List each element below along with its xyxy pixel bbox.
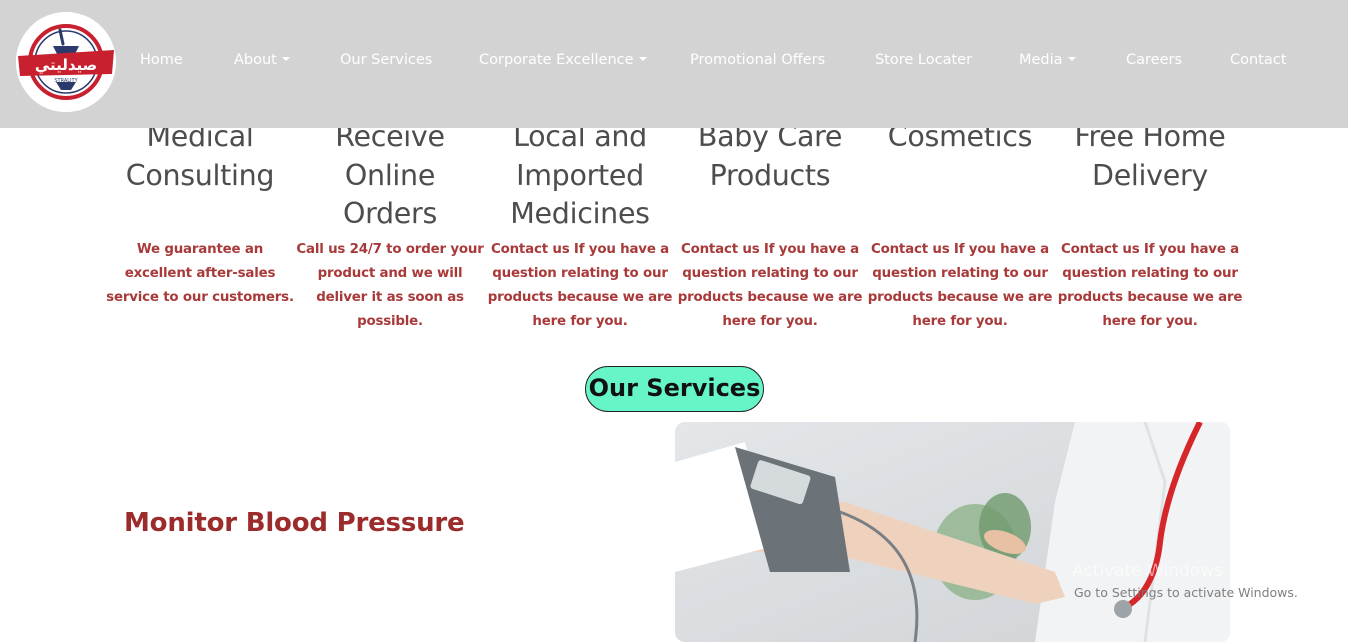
- feature-title: Local and Imported Medicines: [510, 120, 650, 230]
- feature-description: Call us 24/7 to order your product and w…: [296, 242, 484, 329]
- nav-item-store-locater[interactable]: Store Locater: [875, 52, 972, 74]
- nav-item-home[interactable]: Home: [140, 52, 183, 74]
- nav-item-label: Our Services: [340, 52, 433, 68]
- nav-item-careers[interactable]: Careers: [1126, 52, 1182, 74]
- windows-activation-watermark: Activate Windows Go to Settings to activ…: [1072, 561, 1298, 600]
- navbar: صيدليتي STRALITY Home About Our Services…: [0, 0, 1348, 128]
- nav-item-label: Home: [140, 52, 183, 68]
- nav-item-our-services[interactable]: Our Services: [340, 52, 432, 74]
- feature-description: We guarantee an excellent after-sales se…: [106, 242, 294, 305]
- caret-down-icon: [1067, 57, 1076, 61]
- feature-title: Baby Care Products: [697, 120, 843, 192]
- feature-description: Contact us If you have a question relati…: [677, 242, 863, 329]
- nav-item-label: Contact: [1230, 52, 1287, 68]
- nav-item-contact[interactable]: Contact: [1230, 52, 1286, 74]
- feature-free-home-delivery: Free Home Delivery Contact us If you hav…: [1058, 118, 1243, 329]
- caret-down-icon: [281, 57, 290, 61]
- services-heading: Our Services: [585, 366, 764, 412]
- feature-description: Contact us If you have a question relati…: [867, 242, 1053, 329]
- feature-medical-consulting: Medical Consulting We guarantee an excel…: [106, 118, 294, 305]
- watermark-title: Activate Windows: [1072, 561, 1223, 581]
- blood-pressure-illustration: [675, 422, 1230, 642]
- feature-baby-care-products: Baby Care Products Contact us If you hav…: [678, 118, 863, 329]
- nav-item-label: About: [234, 52, 277, 68]
- nav-item-label: Corporate Excellence: [479, 52, 634, 68]
- feature-title: Receive Online Orders: [335, 120, 445, 230]
- blood-pressure-photo: [675, 422, 1230, 642]
- watermark-subtitle: Go to Settings to activate Windows.: [1074, 585, 1298, 600]
- nav-item-label: Media: [1019, 52, 1063, 68]
- nav-item-promotional-offers[interactable]: Promotional Offers: [690, 52, 825, 74]
- feature-title: Free Home Delivery: [1074, 120, 1226, 192]
- feature-description: Contact us If you have a question relati…: [487, 242, 673, 329]
- nav-item-label: Careers: [1126, 52, 1183, 68]
- nav-item-corporate-excellence[interactable]: Corporate Excellence: [479, 52, 647, 74]
- feature-receive-online-orders: Receive Online Orders Call us 24/7 to or…: [296, 118, 483, 329]
- caret-down-icon: [638, 57, 647, 61]
- nav-item-media[interactable]: Media: [1019, 52, 1076, 74]
- nav-item-label: Promotional Offers: [690, 52, 826, 68]
- nav-item-about[interactable]: About: [234, 52, 290, 74]
- service-title: Monitor Blood Pressure: [124, 508, 465, 538]
- nav-item-label: Store Locater: [875, 52, 973, 68]
- feature-local-imported-medicines: Local and Imported Medicines Contact us …: [488, 118, 673, 329]
- nav-menu: Home About Our Services Corporate Excell…: [0, 0, 1348, 128]
- feature-description: Contact us If you have a question relati…: [1057, 242, 1243, 329]
- feature-title: Medical Consulting: [125, 120, 275, 192]
